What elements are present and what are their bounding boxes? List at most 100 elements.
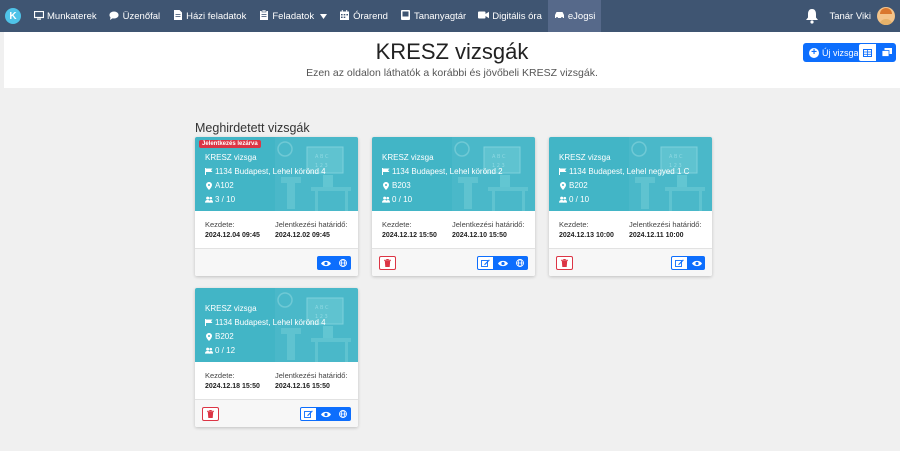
flag-icon — [205, 319, 213, 326]
exam-dates: Kezdete: Jelentkezési határidő: 2024.12.… — [195, 211, 358, 248]
edit-button[interactable] — [300, 407, 317, 421]
nav-item-munkaterek[interactable]: Munkaterek — [27, 0, 103, 32]
exam-room-text: B202 — [215, 332, 234, 341]
nav-item-label: Digitális óra — [492, 10, 542, 22]
exam-title: KRESZ vizsga — [382, 153, 434, 162]
chevron-down-icon — [320, 11, 328, 22]
svg-text:A B C: A B C — [492, 154, 506, 160]
edit-icon — [481, 254, 490, 272]
location-pin-icon — [382, 181, 390, 190]
status-badge: Jelentkezés lezárva — [199, 140, 261, 148]
edit-icon — [675, 254, 684, 272]
clipboard-icon — [258, 9, 269, 22]
delete-button[interactable] — [379, 256, 396, 270]
new-exam-button[interactable]: + Új vizsga — [803, 43, 865, 62]
edit-button[interactable] — [671, 256, 688, 270]
exam-participants-text: 3 / 10 — [215, 195, 236, 204]
start-label: Kezdete: — [382, 220, 412, 229]
eye-icon — [320, 405, 331, 423]
flag-icon — [382, 168, 390, 175]
nav-item-hazi-feladatok[interactable]: Házi feladatok — [166, 0, 252, 32]
edit-button[interactable] — [477, 256, 494, 270]
nav-item-label: eJogsi — [567, 10, 596, 22]
nav-item-feladatok[interactable]: Feladatok — [252, 0, 333, 32]
users-icon — [559, 196, 567, 203]
exam-participants-text: 0 / 10 — [569, 195, 590, 204]
exam-address-text: 1134 Budapest, Lehel körönd 4 — [215, 318, 326, 327]
top-navbar: K Munkaterek Üzenőfal Házi feladatok Fel… — [0, 0, 900, 32]
nav-item-label: Munkaterek — [47, 10, 97, 22]
start-value: 2024.12.18 15:50 — [205, 383, 260, 390]
page-header: KRESZ vizsgák Ezen az oldalon láthatók a… — [4, 32, 900, 88]
publish-button[interactable] — [334, 256, 351, 270]
edit-icon — [304, 405, 313, 423]
exam-title: KRESZ vizsga — [559, 153, 611, 162]
exam-card-footer — [195, 248, 358, 276]
location-pin-icon — [205, 181, 213, 190]
section-title: Meghirdetett vizsgák — [195, 121, 310, 135]
deadline-label: Jelentkezési határidő: — [275, 220, 348, 229]
bell-icon[interactable] — [805, 8, 821, 24]
document-icon — [172, 10, 183, 22]
nav-item-ejogsi[interactable]: eJogsi — [547, 0, 602, 32]
view-button[interactable] — [688, 256, 705, 270]
delete-button[interactable] — [556, 256, 573, 270]
exam-address: 1134 Budapest, Lehel körönd 2 — [382, 167, 503, 176]
book-icon — [400, 10, 411, 22]
nav-item-label: Házi feladatok — [186, 10, 247, 22]
exam-dates: Kezdete: Jelentkezési határidő: 2024.12.… — [195, 362, 358, 399]
card-action-group — [300, 407, 351, 421]
start-value: 2024.12.04 09:45 — [205, 232, 260, 239]
users-icon — [205, 196, 213, 203]
deadline-label: Jelentkezési határidő: — [629, 220, 702, 229]
nav-item-uzenofal[interactable]: Üzenőfal — [103, 0, 167, 32]
nav-item-label: Tananyagtár — [413, 10, 467, 22]
globe-icon — [338, 405, 347, 423]
deadline-value: 2024.12.11 10:00 — [629, 232, 684, 239]
video-icon — [478, 11, 490, 21]
exam-room: A102 — [205, 181, 234, 190]
publish-button[interactable] — [511, 256, 528, 270]
exam-title: KRESZ vizsga — [205, 153, 257, 162]
exam-address-text: 1134 Budapest, Lehel körönd 4 — [215, 167, 326, 176]
exam-room: B202 — [559, 181, 588, 190]
app-logo[interactable]: K — [5, 8, 21, 24]
view-button[interactable] — [317, 256, 334, 270]
svg-text:A B C: A B C — [669, 154, 683, 160]
exam-card-header: A B C 1 2 3 Jelentkezés lezárva KRESZ vi… — [195, 137, 358, 211]
nav-item-label: Feladatok — [272, 10, 315, 22]
publish-button[interactable] — [334, 407, 351, 421]
svg-text:A B C: A B C — [315, 154, 329, 160]
globe-icon — [338, 254, 347, 272]
start-label: Kezdete: — [205, 220, 235, 229]
exam-address-text: 1134 Budapest, Lehel negyed 1 C — [569, 167, 690, 176]
nav-item-orarend[interactable]: Órarend — [333, 0, 394, 32]
card-view-button[interactable] — [877, 43, 896, 62]
exam-address: 1134 Budapest, Lehel negyed 1 C — [559, 167, 689, 176]
cards-icon — [881, 44, 892, 62]
view-toggle — [858, 43, 896, 62]
deadline-label: Jelentkezési határidő: — [452, 220, 525, 229]
view-button[interactable] — [494, 256, 511, 270]
start-label: Kezdete: — [559, 220, 589, 229]
user-name[interactable]: Tanár Viki — [829, 11, 871, 22]
nav-item-tananyagtar[interactable]: Tananyagtár — [394, 0, 472, 32]
exam-participants: 0 / 10 — [382, 195, 412, 204]
nav-item-digitalis-ora[interactable]: Digitális óra — [472, 0, 548, 32]
delete-button[interactable] — [202, 407, 219, 421]
avatar[interactable] — [877, 7, 895, 25]
table-view-button[interactable] — [858, 43, 877, 62]
exam-room-text: B202 — [569, 181, 588, 190]
exam-card-footer — [549, 248, 712, 276]
calendar-icon — [339, 10, 350, 22]
exam-address-text: 1134 Budapest, Lehel körönd 2 — [392, 167, 503, 176]
exam-address: 1134 Budapest, Lehel körönd 4 — [205, 167, 326, 176]
trash-icon — [207, 405, 214, 423]
exam-card-header: A B C 1 2 3 KRESZ vizsga 1134 Budapest, … — [549, 137, 712, 211]
exam-participants-text: 0 / 12 — [215, 346, 236, 355]
view-button[interactable] — [317, 407, 334, 421]
start-value: 2024.12.12 15:50 — [382, 232, 437, 239]
card-action-group — [671, 256, 705, 270]
location-pin-icon — [559, 181, 567, 190]
page-subtitle: Ezen az oldalon láthatók a korábbi és jö… — [306, 67, 598, 79]
